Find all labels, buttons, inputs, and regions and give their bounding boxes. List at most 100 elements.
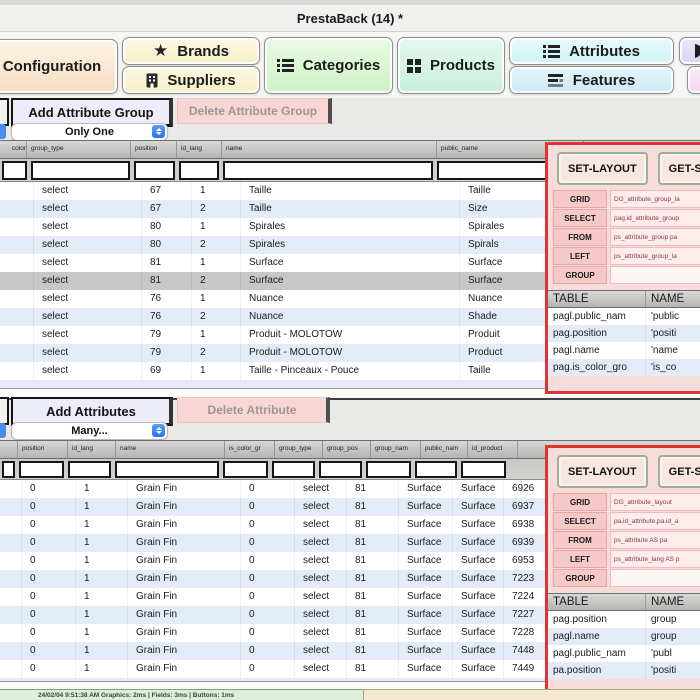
field-value-input[interactable]: DG_attribute_group_la	[610, 190, 700, 208]
features-button-label: Features	[573, 72, 636, 89]
clipped-control-fragment[interactable]	[0, 423, 6, 438]
field-value-input[interactable]: pa.id_attribute,pa.id_a	[610, 512, 700, 530]
clipped-control-fragment[interactable]	[0, 124, 6, 139]
column-header[interactable]: name	[222, 141, 437, 158]
status-text: 24/02/04 9:51:38 AM Graphics: 2ms | Fiel…	[38, 692, 234, 699]
get-sql-button[interactable]: GET-S	[658, 455, 700, 488]
column-header[interactable]: position	[131, 141, 177, 158]
partial-toolbar-button[interactable]	[679, 37, 700, 65]
column-header[interactable]: TABLE	[548, 594, 646, 610]
table-row[interactable]: pagl.name'name	[548, 342, 700, 359]
clipped-button-fragment[interactable]	[0, 98, 9, 126]
categories-button[interactable]: Categories	[264, 37, 393, 94]
field-row: SELECT pag.id_attribute_group	[553, 210, 700, 226]
column-header[interactable]: id_lang	[177, 141, 222, 158]
table-cell: Taille	[241, 200, 460, 218]
filter-input[interactable]	[319, 461, 362, 478]
table-cell: Surface	[453, 498, 504, 516]
field-value-input[interactable]: pag.id_attribute_group	[610, 209, 700, 227]
attribute-mode-select[interactable]: Many...	[11, 422, 168, 440]
filter-input[interactable]	[68, 461, 111, 478]
partial-toolbar-button[interactable]	[687, 66, 700, 94]
field-value-input[interactable]	[610, 266, 700, 284]
app-window: { "window": { "title": "PrestaBack (14) …	[0, 0, 700, 700]
brands-button[interactable]: ★ Brands	[122, 37, 260, 65]
field-row: GROUP	[553, 570, 700, 586]
filter-input[interactable]	[115, 461, 219, 478]
filter-input[interactable]	[461, 461, 506, 478]
filter-input[interactable]	[2, 161, 27, 180]
table-cell: select	[34, 344, 142, 362]
table-row[interactable]: pa.position'positi	[548, 662, 700, 679]
table-row[interactable]: pag.positiongroup	[548, 611, 700, 628]
field-value-input[interactable]: ps_attribute AS pa	[610, 531, 700, 549]
set-layout-label: SET-LAYOUT	[568, 466, 637, 478]
group-mode-select[interactable]: Only One	[11, 123, 168, 141]
column-header[interactable]: group_type	[27, 141, 131, 158]
table-cell: Spirales	[241, 218, 460, 236]
filter-input[interactable]	[272, 461, 315, 478]
table-cell: Surface	[453, 624, 504, 642]
table-row[interactable]: pag.position'positi	[548, 325, 700, 342]
features-button[interactable]: Features	[509, 66, 674, 94]
delete-attribute-button[interactable]: Delete Attribute	[177, 397, 330, 423]
delete-attribute-label: Delete Attribute	[208, 403, 297, 417]
column-header[interactable]: public_nam	[421, 441, 468, 458]
field-value-input[interactable]: ps_attribute_group pa	[610, 228, 700, 246]
column-header[interactable]	[0, 441, 18, 458]
table-cell: Produit - MOLOTOW	[241, 344, 460, 362]
table-cell: 81	[347, 480, 399, 498]
filter-input[interactable]	[19, 461, 64, 478]
column-header[interactable]: group_type	[275, 441, 323, 458]
column-header[interactable]: group_pos	[323, 441, 371, 458]
table-cell: select	[34, 326, 142, 344]
table-cell: 76	[142, 308, 192, 326]
filter-input[interactable]	[2, 461, 15, 478]
field-value-input[interactable]: DG_attribute_layout	[610, 493, 700, 511]
field-value-input[interactable]: ps_attribute_group_la	[610, 247, 700, 265]
filter-input[interactable]	[223, 461, 268, 478]
column-header[interactable]: TABLE	[548, 291, 646, 307]
column-header[interactable]: NAME	[646, 594, 700, 610]
table-cell: 1	[76, 534, 128, 552]
set-layout-button[interactable]: SET-LAYOUT	[557, 152, 648, 185]
filter-cell	[66, 461, 113, 478]
table-cell: pagl.public_nam	[548, 645, 646, 662]
table-cell: 1	[76, 606, 128, 624]
column-header[interactable]: color	[0, 141, 27, 158]
table-cell: 0	[241, 642, 295, 660]
window-title: PrestaBack (14) *	[297, 11, 403, 26]
field-value-input[interactable]: ps_attribute_lang AS p	[610, 550, 700, 568]
column-header[interactable]: name	[116, 441, 225, 458]
field-value-input[interactable]	[610, 569, 700, 587]
filter-input[interactable]	[366, 461, 411, 478]
column-header[interactable]: NAME	[646, 291, 700, 307]
products-button[interactable]: Products	[397, 37, 505, 94]
table-row[interactable]: pagl.public_nam'publ	[548, 645, 700, 662]
column-header[interactable]: group_nam	[371, 441, 421, 458]
column-header[interactable]: is_color_gr	[225, 441, 275, 458]
column-header[interactable]: id_lang	[68, 441, 116, 458]
filter-input[interactable]	[223, 161, 433, 180]
suppliers-button[interactable]: Suppliers	[122, 66, 260, 94]
panel-mapping-table: TABLENAME pagl.public_nam'publicpag.posi…	[548, 290, 700, 376]
filter-input[interactable]	[31, 161, 130, 180]
table-row[interactable]: pag.is_color_gro'is_co	[548, 359, 700, 376]
attributes-button[interactable]: Attributes	[509, 37, 674, 65]
filter-input[interactable]	[179, 161, 219, 180]
table-cell: Surface	[453, 570, 504, 588]
configuration-button[interactable]: Configuration	[0, 39, 118, 94]
clipped-button-fragment[interactable]	[0, 397, 9, 425]
filter-input[interactable]	[134, 161, 175, 180]
table-cell: 1	[76, 624, 128, 642]
column-header[interactable]: position	[18, 441, 68, 458]
field-label: GROUP	[553, 266, 607, 284]
set-layout-button[interactable]: SET-LAYOUT	[557, 455, 648, 488]
filter-input[interactable]	[415, 461, 457, 478]
delete-attribute-group-button[interactable]: Delete Attribute Group	[177, 98, 332, 124]
column-header[interactable]: id_product	[468, 441, 518, 458]
table-row[interactable]: pagl.namegroup	[548, 628, 700, 645]
table-cell: Surface	[399, 624, 453, 642]
table-row[interactable]: pagl.public_nam'public	[548, 308, 700, 325]
get-sql-button[interactable]: GET-S	[658, 152, 700, 185]
